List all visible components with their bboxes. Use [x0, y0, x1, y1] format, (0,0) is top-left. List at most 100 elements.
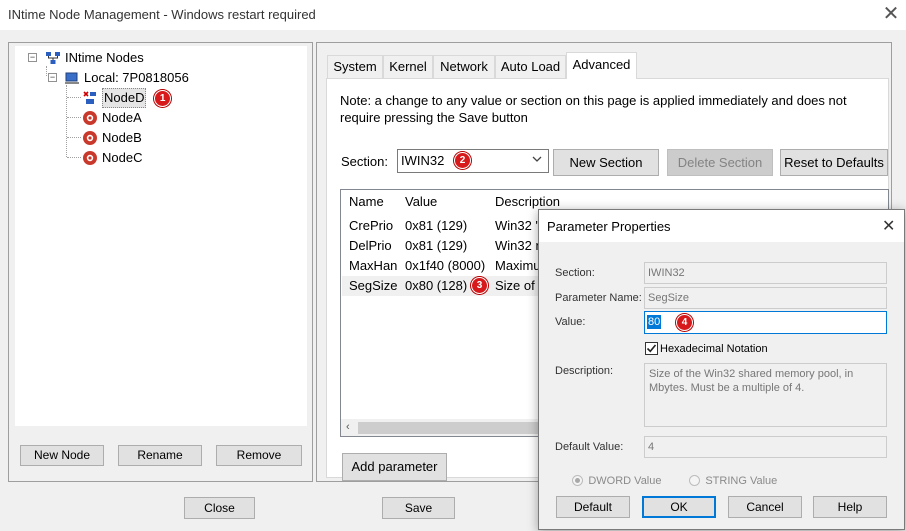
tree-connector	[66, 85, 67, 157]
tree-connector	[67, 137, 81, 138]
section-label: Section:	[341, 154, 388, 169]
cell-name: MaxHan	[349, 258, 398, 273]
cell-name: CrePrio	[349, 218, 394, 233]
close-button[interactable]: Close	[184, 497, 255, 519]
tree-root-label: INtime Nodes	[65, 49, 144, 65]
close-window-icon[interactable]: ✕	[880, 3, 902, 25]
apply-note: Note: a change to any value or section o…	[340, 93, 847, 125]
tree-node-label: NodeA	[102, 109, 142, 125]
window-title: INtime Node Management - Windows restart…	[8, 7, 316, 22]
chevron-down-icon	[532, 154, 542, 167]
tree-node-label: NodeB	[102, 129, 142, 145]
table-row[interactable]: DelPrio 0x81 (129) Win32 n	[342, 236, 542, 256]
default-button[interactable]: Default	[556, 496, 630, 518]
dword-radio-label: DWORD Value	[588, 475, 662, 487]
column-header-value[interactable]: Value	[405, 190, 437, 214]
new-node-button[interactable]: New Node	[20, 445, 104, 466]
table-row-selected[interactable]: SegSize 0x80 (128) 3 Size of t	[342, 276, 542, 296]
tree-connector	[46, 66, 47, 76]
tab-auto-load[interactable]: Auto Load	[495, 55, 566, 78]
parameter-name-label: Parameter Name:	[555, 292, 642, 304]
intime-node-icon	[83, 150, 97, 165]
save-button[interactable]: Save	[382, 497, 455, 519]
column-header-name[interactable]: Name	[349, 190, 384, 214]
intime-node-icon	[83, 110, 97, 125]
new-section-button[interactable]: New Section	[553, 149, 659, 176]
tree-node-noded[interactable]: NodeD 1	[82, 88, 172, 108]
parameter-properties-dialog: Parameter Properties ✕ Section: IWIN32 P…	[538, 209, 905, 530]
string-radio[interactable]: STRING Value	[689, 473, 777, 487]
default-value-field: 4	[644, 436, 887, 458]
description-label: Description:	[555, 365, 614, 377]
section-dropdown-value: IWIN32	[401, 153, 445, 168]
cell-value: 0x80 (128)	[405, 278, 468, 293]
default-value-label: Default Value:	[555, 441, 624, 453]
rename-button[interactable]: Rename	[118, 445, 202, 466]
annotation-badge: 2	[454, 152, 471, 169]
dialog-section-label: Section:	[555, 267, 595, 279]
scrollbar-thumb[interactable]	[358, 422, 541, 434]
parameter-name-field: SegSize	[644, 287, 887, 309]
ok-button[interactable]: OK	[642, 496, 716, 518]
tree-connector	[67, 97, 81, 98]
tree-local-host[interactable]: Local: 7P0818056	[64, 68, 189, 86]
annotation-badge: 3	[471, 277, 488, 294]
title-bar: INtime Node Management - Windows restart…	[0, 0, 906, 30]
radio-button	[689, 475, 700, 487]
annotation-badge: 4	[676, 314, 693, 331]
description-field: Size of the Win32 shared memory pool, in…	[644, 363, 887, 427]
cell-value: 0x81 (129)	[405, 238, 468, 253]
radio-button	[572, 475, 583, 487]
dialog-section-field: IWIN32	[644, 262, 887, 284]
scroll-left-icon[interactable]: ‹	[346, 421, 350, 433]
cell-description: Maximu	[495, 258, 541, 273]
tree-node-label: NodeD	[102, 88, 147, 108]
value-label: Value:	[555, 316, 586, 328]
annotation-badge: 1	[154, 89, 172, 107]
tree-node-nodea[interactable]: NodeA	[82, 108, 142, 126]
hex-notation-label[interactable]: Hexadecimal Notation	[660, 343, 768, 355]
tab-advanced[interactable]: Advanced	[566, 52, 637, 79]
tree-node-nodec[interactable]: NodeC	[82, 148, 142, 166]
string-radio-label: STRING Value	[705, 475, 778, 487]
add-parameter-button[interactable]: Add parameter	[342, 453, 447, 481]
tree-node-nodeb[interactable]: NodeB	[82, 128, 142, 146]
help-button[interactable]: Help	[813, 496, 887, 518]
cell-name: DelPrio	[349, 238, 392, 253]
cell-value: 0x1f40 (8000)	[405, 258, 486, 273]
dword-radio[interactable]: DWORD Value	[572, 473, 662, 487]
value-selection: 80	[647, 315, 662, 329]
network-nodes-icon	[46, 51, 60, 64]
hex-notation-checkbox[interactable]	[645, 342, 658, 355]
tree-node-label: NodeC	[102, 149, 143, 165]
remove-button[interactable]: Remove	[216, 445, 302, 466]
dialog-title-bar: Parameter Properties ✕	[539, 210, 904, 242]
tree-root[interactable]: INtime Nodes	[45, 48, 144, 66]
tab-network[interactable]: Network	[433, 55, 495, 78]
cell-description: Win32 n	[495, 238, 541, 253]
reset-defaults-button[interactable]: Reset to Defaults	[780, 149, 888, 176]
tab-kernel[interactable]: Kernel	[383, 55, 433, 78]
tree-connector	[67, 157, 81, 158]
node-tree[interactable]: − INtime Nodes − Local: 7P0818056 NodeD …	[15, 46, 307, 426]
intime-node-icon	[83, 130, 97, 145]
tab-system[interactable]: System	[327, 55, 383, 78]
collapse-local-icon[interactable]: −	[48, 73, 57, 82]
collapse-root-icon[interactable]: −	[28, 53, 37, 62]
tree-connector	[67, 117, 81, 118]
cell-value: 0x81 (129)	[405, 218, 468, 233]
cancel-button[interactable]: Cancel	[728, 496, 802, 518]
computer-icon	[65, 72, 79, 84]
cell-description: Win32 "	[495, 218, 541, 233]
table-row[interactable]: MaxHan 0x1f40 (8000) Maximu	[342, 256, 542, 276]
dialog-close-icon[interactable]: ✕	[882, 216, 895, 236]
delete-section-button[interactable]: Delete Section	[667, 149, 773, 176]
node-tree-panel: − INtime Nodes − Local: 7P0818056 NodeD …	[8, 42, 313, 482]
tree-local-label: Local: 7P0818056	[84, 69, 189, 85]
section-dropdown[interactable]: IWIN32 2	[397, 149, 549, 173]
value-input[interactable]: 80 4	[644, 311, 887, 334]
horizontal-scrollbar[interactable]: ‹	[341, 419, 541, 436]
cell-description: Size of t	[495, 278, 541, 293]
dialog-title: Parameter Properties	[547, 219, 671, 234]
table-row[interactable]: CrePrio 0x81 (129) Win32 "	[342, 216, 542, 236]
